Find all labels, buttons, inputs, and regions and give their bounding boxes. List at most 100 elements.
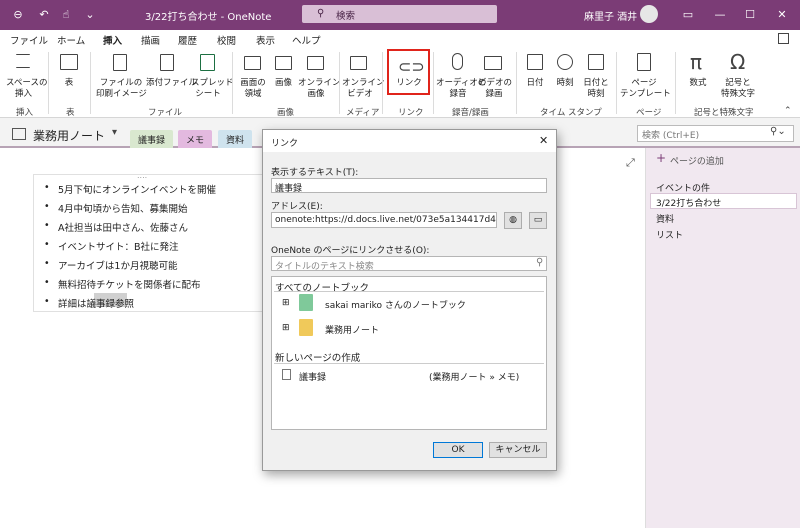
date-time-button[interactable]: 日付と 時刻 (582, 78, 610, 100)
list-item[interactable]: 無料招待チケットを関係者に配布 (44, 277, 201, 291)
omega-icon: Ω (730, 50, 746, 74)
attach-file-icon (160, 54, 174, 71)
tab-help[interactable]: ヘルプ (292, 33, 321, 47)
notebook-icon (299, 319, 313, 336)
add-page-icon[interactable]: + (656, 151, 666, 165)
cancel-button[interactable]: キャンセル (489, 442, 547, 458)
search-icon[interactable]: ⚲⌄ (770, 126, 786, 137)
notebook-item[interactable]: 業務用ノート (325, 323, 379, 336)
equation-button[interactable]: 数式 (685, 78, 711, 89)
new-page-item[interactable]: 議事録 (299, 370, 326, 383)
screen-clipping-button[interactable]: 画面の 領域 (238, 78, 268, 100)
ribbon-separator (516, 52, 517, 114)
section-tab-minutes[interactable]: 議事録 (130, 130, 174, 148)
printout-button[interactable]: ファイルの 印刷イメージ (96, 78, 147, 100)
list-item[interactable]: 5月下旬にオンラインイベントを開催 (44, 182, 216, 196)
address-label: アドレス(E): (271, 202, 323, 212)
attach-file-button[interactable]: 添付ファイル (146, 78, 197, 89)
page-template-button[interactable]: ページ テンプレート (620, 78, 671, 100)
touch-mode-icon[interactable]: ☝ (58, 7, 74, 23)
tab-draw[interactable]: 描画 (141, 33, 160, 47)
section-tab-materials[interactable]: 資料 (218, 130, 253, 148)
group-links-label: リンク (398, 108, 424, 118)
calendar-icon (527, 54, 543, 70)
ribbon-tabs: ファイル ホーム 挿入 描画 履歴 校閲 表示 ヘルプ (0, 30, 800, 50)
ribbon: スペースの 挿入 挿入 表 表 ファイルの 印刷イメージ 添付ファイル スプレッ… (0, 48, 800, 118)
search-icon: ⚲ (317, 8, 325, 19)
date-time-icon (588, 54, 604, 70)
record-audio-button[interactable]: オーディオの 録音 (436, 78, 486, 100)
page-item[interactable]: 資料 (656, 212, 674, 225)
divider (274, 291, 544, 292)
page-item-current[interactable]: 3/22打ち合わせ (656, 196, 721, 209)
note-handle[interactable]: .... (137, 171, 147, 180)
maximize-icon[interactable]: ☐ (742, 7, 758, 23)
insert-space-button[interactable]: スペースの 挿入 (6, 78, 47, 100)
customize-qat-icon[interactable]: ⌄ (82, 7, 98, 23)
search-icon: ⚲ (536, 257, 544, 268)
list-item[interactable]: A社担当は田中さん、佐藤さん (44, 220, 188, 234)
page-search-input[interactable]: タイトルのテキスト検索 (271, 256, 547, 271)
picture-button[interactable]: 画像 (271, 78, 296, 89)
list-item[interactable]: アーカイブは1か月視聴可能 (44, 258, 177, 272)
new-page-location: (業務用ノート » メモ) (429, 373, 520, 383)
avatar[interactable] (640, 5, 658, 23)
list-item[interactable]: イベントサイト：B社に発注 (44, 239, 179, 253)
search-box[interactable]: ⚲ 検索 (302, 5, 497, 23)
notebook-name[interactable]: 業務用ノート (33, 127, 105, 144)
symbol-button[interactable]: 記号と 特殊文字 (716, 78, 760, 100)
table-button[interactable]: 表 (55, 78, 83, 89)
link-to-page-label: OneNote のページにリンクさせる(O): (271, 246, 430, 256)
window-title: 3/22打ち合わせ - OneNote (145, 12, 272, 23)
notebook-dropdown-icon[interactable]: ▾ (112, 127, 117, 138)
online-video-icon (350, 56, 367, 70)
address-field[interactable]: onenote:https://d.docs.live.net/073e5a13… (271, 212, 497, 228)
tab-file[interactable]: ファイル (10, 33, 48, 47)
close-icon[interactable]: ✕ (774, 7, 790, 23)
online-picture-button[interactable]: オンライン 画像 (298, 78, 341, 100)
expand-icon[interactable]: ⤢ (626, 156, 635, 170)
ribbon-separator (232, 52, 233, 114)
date-button[interactable]: 日付 (522, 78, 548, 89)
display-text-field[interactable]: 議事録 (271, 178, 547, 193)
ribbon-separator (382, 52, 383, 114)
page-item[interactable]: リスト (656, 228, 683, 241)
ok-button[interactable]: OK (433, 442, 483, 458)
ribbon-display-icon[interactable]: ▭ (680, 7, 696, 23)
ribbon-separator (90, 52, 91, 114)
search-label: 検索 (336, 11, 356, 22)
clock-icon (557, 54, 573, 70)
spreadsheet-icon (200, 54, 215, 71)
time-button[interactable]: 時刻 (552, 78, 578, 89)
collapse-ribbon-icon[interactable]: ⌃ (784, 106, 792, 116)
list-item[interactable]: 詳細は議事録参照 (44, 296, 134, 310)
group-symbols-label: 記号と特殊文字 (694, 108, 754, 118)
page-template-icon (637, 53, 651, 71)
link-icon: ⊂⊃ (398, 57, 425, 76)
record-video-button[interactable]: ビデオの 録画 (478, 78, 512, 100)
note-container[interactable]: .... 5月下旬にオンラインイベントを開催 4月中旬頃から告知、募集開始 A社… (33, 171, 263, 312)
list-item[interactable]: 4月中旬頃から告知、募集開始 (44, 201, 188, 215)
back-icon[interactable]: ⊖ (10, 7, 26, 23)
tab-history[interactable]: 履歴 (178, 33, 197, 47)
close-icon[interactable]: ✕ (539, 134, 548, 147)
share-icon[interactable] (778, 33, 789, 44)
add-page-button[interactable]: ページの追加 (670, 154, 724, 167)
section-tab-memo[interactable]: メモ (178, 130, 213, 148)
link-button[interactable]: リンク (392, 78, 426, 89)
tab-review[interactable]: 校閲 (217, 33, 236, 47)
online-video-button[interactable]: オンライン ビデオ (342, 78, 385, 100)
group-timestamp-label: タイム スタンプ (540, 108, 602, 118)
expand-icon[interactable]: ⊞ (282, 323, 290, 333)
notebook-item[interactable]: sakai mariko さんのノートブック (325, 298, 466, 311)
undo-icon[interactable]: ↶ (36, 7, 52, 23)
browse-file-button[interactable]: ▭ (529, 212, 547, 229)
expand-icon[interactable]: ⊞ (282, 298, 290, 308)
browse-web-button[interactable]: ◍ (504, 212, 522, 229)
tab-home[interactable]: ホーム (57, 33, 85, 47)
tab-view[interactable]: 表示 (256, 33, 275, 47)
minimize-icon[interactable]: — (712, 7, 728, 23)
page-icon (282, 369, 291, 380)
title-bar: ⊖ ↶ ☝ ⌄ 3/22打ち合わせ - OneNote ⚲ 検索 麻里子 酒井 … (0, 0, 800, 30)
spreadsheet-button[interactable]: スプレッド シート (191, 78, 234, 100)
